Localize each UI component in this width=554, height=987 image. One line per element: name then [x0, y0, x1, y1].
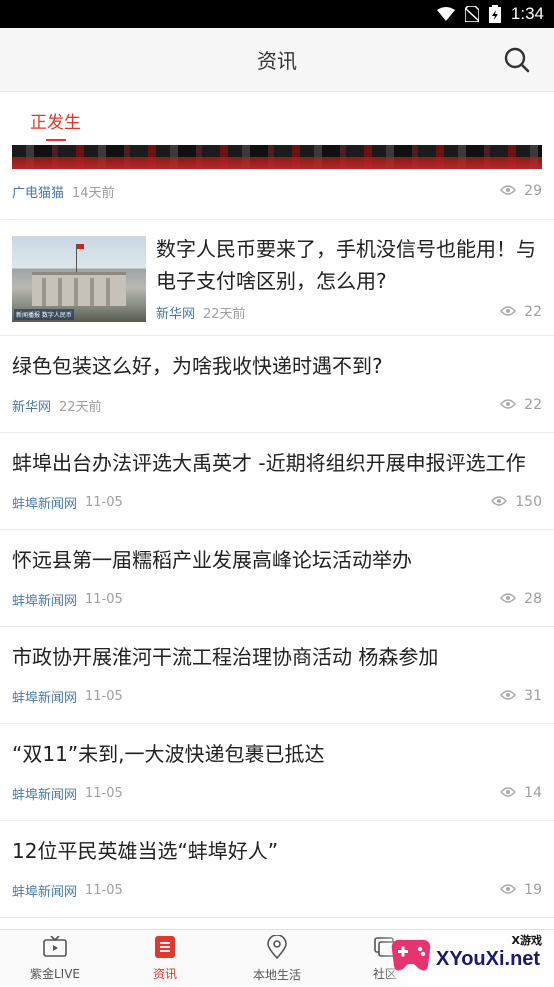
news-time: 22天前 [59, 399, 102, 415]
news-thumbnail[interactable]: 新闻播报 数字人民币 [12, 236, 146, 322]
divider [0, 529, 554, 530]
news-source: 蚌埠新闻网 [12, 884, 78, 900]
eye-icon [500, 591, 517, 607]
news-time: 11-05 [85, 688, 123, 704]
page-title: 资讯 [257, 49, 297, 73]
news-title[interactable]: 蚌埠出台办法评选大禹英才 -近期将组织开展申报评选工作 [12, 447, 538, 479]
news-list-icon [155, 935, 175, 961]
divider [0, 820, 554, 821]
news-source: 新华网 [156, 306, 196, 322]
column [90, 278, 94, 306]
watermark-small-text: X游戏 [511, 934, 542, 947]
view-count: 28 [500, 591, 542, 607]
column [58, 278, 62, 306]
divider [0, 626, 554, 627]
tab-indicator [46, 139, 66, 141]
view-count: 22 [500, 304, 542, 320]
battery-charging-icon [488, 5, 501, 23]
news-source: 蚌埠新闻网 [12, 787, 78, 803]
news-meta: 蚌埠新闻网 11-05 150 [12, 490, 542, 514]
eye-icon [500, 397, 517, 413]
tv-icon [43, 934, 67, 961]
news-source: 蚌埠新闻网 [12, 496, 78, 512]
nav-label: 资讯 [152, 966, 177, 981]
divider [0, 335, 554, 336]
news-time: 11-05 [85, 494, 123, 510]
news-title[interactable]: 绿色包装这么好，为啥我收快递时遇不到? [12, 350, 538, 382]
news-title[interactable]: 市政协开展淮河干流工程治理协商活动 杨森参加 [12, 641, 538, 673]
tab-zhengfasheng[interactable]: 正发生 [14, 108, 97, 133]
view-count: 14 [500, 785, 542, 801]
divider [0, 917, 554, 918]
news-source: 蚌埠新闻网 [12, 593, 78, 609]
news-time: 11-05 [85, 882, 123, 898]
clock: 1:34 [510, 4, 544, 23]
eye-icon [500, 304, 517, 320]
news-title[interactable]: 数字人民币要来了，手机没信号也能用！与电子支付啥区别，怎么用? [156, 233, 538, 297]
news-meta: 蚌埠新闻网 11-05 28 [12, 587, 542, 611]
status-bar: 1:34 [0, 0, 554, 28]
news-title[interactable]: 12位平民英雄当选“蚌埠好人” [12, 835, 538, 867]
news-time: 22天前 [203, 306, 246, 322]
view-count: 22 [500, 397, 542, 413]
view-count: 19 [500, 882, 542, 898]
divider [0, 219, 554, 220]
search-icon[interactable] [504, 47, 530, 73]
column [42, 278, 46, 306]
nav-label: 紫金LIVE [29, 966, 81, 981]
eye-icon [500, 785, 517, 801]
news-source: 新华网 [12, 399, 52, 415]
news-meta: 蚌埠新闻网 11-05 14 [12, 781, 542, 805]
news-meta: 广电猫猫 14天前 29 [12, 179, 542, 203]
news-title[interactable]: “双11”未到,一大波快递包裹已抵达 [12, 738, 538, 770]
watermark-text: XYouXi.net [436, 948, 541, 970]
news-time: 11-05 [85, 591, 123, 607]
news-image[interactable] [12, 145, 542, 169]
nav-zijin-live[interactable]: 紫金LIVE [0, 930, 110, 987]
eye-icon [491, 494, 508, 510]
news-meta: 新华网 22天前 22 [156, 300, 542, 324]
eye-icon [500, 183, 517, 199]
column [106, 278, 110, 306]
news-meta: 蚌埠新闻网 11-05 31 [12, 684, 542, 708]
news-source: 蚌埠新闻网 [12, 690, 78, 706]
gamepad-logo-icon [388, 936, 434, 976]
flag [77, 244, 84, 249]
category-tabs: 正发生 [0, 93, 554, 145]
news-source: 广电猫猫 [12, 185, 65, 201]
view-count: 31 [500, 688, 542, 704]
divider [0, 723, 554, 724]
watermark: XYouXi.net X游戏 [380, 930, 554, 986]
view-count: 29 [500, 183, 542, 199]
news-time: 14天前 [72, 185, 115, 201]
news-meta: 新华网 22天前 22 [12, 393, 542, 417]
view-count: 150 [491, 494, 542, 510]
nav-news[interactable]: 资讯 [110, 930, 220, 987]
eye-icon [500, 688, 517, 704]
news-time: 11-05 [85, 785, 123, 801]
divider [0, 432, 554, 433]
location-pin-icon [267, 933, 287, 962]
building [32, 272, 126, 306]
nav-label: 本地生活 [252, 967, 301, 982]
nav-local-life[interactable]: 本地生活 [222, 930, 332, 987]
thumbnail-caption: 新闻播报 数字人民币 [14, 309, 74, 320]
wifi-icon [436, 7, 455, 21]
news-meta: 蚌埠新闻网 11-05 19 [12, 878, 542, 902]
eye-icon [500, 882, 517, 898]
column [74, 278, 78, 306]
app-header: 资讯 [0, 28, 554, 92]
news-title[interactable]: 怀远县第一届糯稻产业发展高峰论坛活动举办 [12, 544, 538, 576]
no-sim-icon [464, 6, 479, 22]
